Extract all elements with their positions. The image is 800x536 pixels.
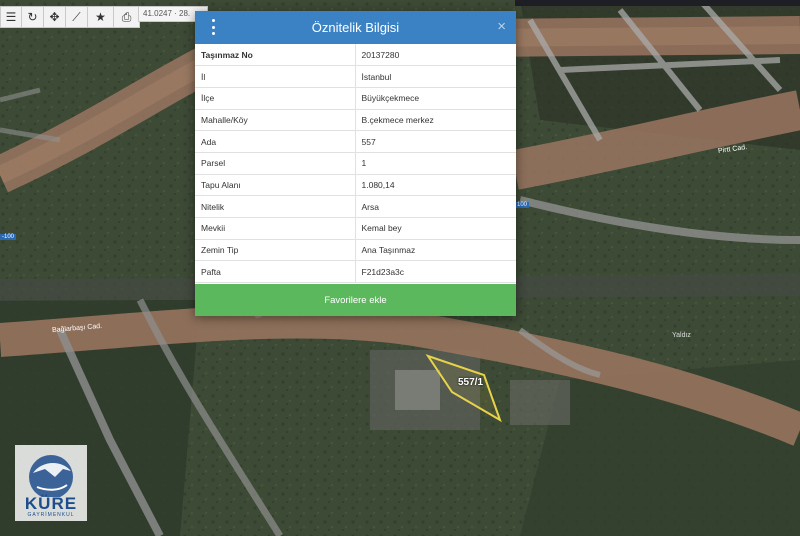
globe-icon bbox=[29, 455, 73, 497]
map-toolbar: ☰ ↻ ✥ ⟋ ★ ⎙ bbox=[0, 6, 140, 28]
attribute-key: Tapu Alanı bbox=[195, 174, 356, 197]
attribute-key: Mahalle/Köy bbox=[195, 109, 356, 132]
logo-wordmark: KÜRE bbox=[24, 494, 78, 513]
attribute-row: Ada 557 bbox=[195, 130, 516, 153]
modal-title: Öznitelik Bilgisi bbox=[311, 20, 400, 35]
attribute-row: İl İstanbul bbox=[195, 65, 516, 88]
attribute-key: Ada bbox=[195, 130, 356, 153]
attribute-key: İl bbox=[195, 65, 356, 88]
measure-button[interactable]: ⟋ bbox=[66, 6, 88, 28]
hamburger-icon: ☰ bbox=[5, 10, 17, 24]
move-button[interactable]: ✥ bbox=[44, 6, 66, 28]
road-shield-right: 100 bbox=[515, 202, 530, 208]
attribute-value: 1 bbox=[355, 152, 516, 175]
attribute-value: 557 bbox=[355, 130, 516, 153]
refresh-icon: ↻ bbox=[27, 10, 38, 24]
measure-icon: ⟋ bbox=[72, 9, 81, 24]
kebab-menu-icon[interactable] bbox=[208, 19, 218, 35]
attribute-value: B.çekmece merkez bbox=[355, 109, 516, 132]
toolbar-menu-button[interactable]: ☰ bbox=[0, 6, 22, 28]
attribute-row: Pafta F21d23a3c bbox=[195, 260, 516, 284]
kure-logo: KÜRE GAYRİMENKUL bbox=[15, 445, 87, 521]
attribute-row: Parsel 1 bbox=[195, 152, 516, 175]
attribute-row: Zemin Tip Ana Taşınmaz bbox=[195, 239, 516, 262]
attribute-value: İstanbul bbox=[355, 65, 516, 88]
attribute-key: Zemin Tip bbox=[195, 239, 356, 262]
attribute-key: Parsel bbox=[195, 152, 356, 175]
close-icon[interactable]: × bbox=[497, 19, 506, 35]
attribute-row: Nitelik Arsa bbox=[195, 195, 516, 218]
add-to-favorites-button[interactable]: Favorilere ekle bbox=[195, 284, 516, 316]
road-label-yaldiz: Yaldız bbox=[672, 332, 691, 339]
attribute-key: İlçe bbox=[195, 87, 356, 110]
refresh-button[interactable]: ↻ bbox=[22, 6, 44, 28]
attribute-key: Nitelik bbox=[195, 195, 356, 218]
parcel-label: 557/1 bbox=[458, 377, 484, 388]
printer-icon: ⎙ bbox=[121, 9, 132, 24]
attribute-table: Taşınmaz No 20137280 İl İstanbul İlçe Büyükçe… bbox=[195, 44, 516, 284]
top-strip bbox=[515, 0, 800, 6]
attribute-value: Ana Taşınmaz bbox=[355, 239, 516, 262]
attribute-value: F21d23a3c bbox=[355, 260, 516, 284]
attribute-row: İlçe Büyükçekmece bbox=[195, 87, 516, 110]
attribute-value: Arsa bbox=[355, 195, 516, 218]
attribute-row: Mevkii Kemal bey bbox=[195, 217, 516, 240]
attribute-row: Mahalle/Köy B.çekmece merkez bbox=[195, 109, 516, 132]
favorites-button[interactable]: ★ bbox=[88, 6, 114, 28]
road-shield-left: -100 bbox=[0, 234, 17, 240]
attribute-value: Kemal bey bbox=[355, 217, 516, 240]
print-button[interactable]: ⎙ bbox=[114, 6, 140, 28]
attribute-value: 20137280 bbox=[355, 44, 516, 67]
move-arrows-icon: ✥ bbox=[49, 10, 60, 24]
attribute-row: Taşınmaz No 20137280 bbox=[195, 44, 516, 67]
modal-header: Öznitelik Bilgisi × bbox=[195, 11, 516, 44]
logo-subtitle: GAYRİMENKUL bbox=[27, 512, 75, 518]
attribute-key: Mevkii bbox=[195, 217, 356, 240]
attribute-row: Tapu Alanı 1.080,14 bbox=[195, 174, 516, 197]
attribute-value: Büyükçekmece bbox=[355, 87, 516, 110]
attribute-key: Taşınmaz No bbox=[195, 44, 356, 67]
attribute-key: Pafta bbox=[195, 260, 356, 284]
attribute-modal: Öznitelik Bilgisi × Taşınmaz No 20137280 İ… bbox=[195, 11, 516, 316]
star-icon: ★ bbox=[95, 10, 106, 24]
attribute-value: 1.080,14 bbox=[355, 174, 516, 197]
